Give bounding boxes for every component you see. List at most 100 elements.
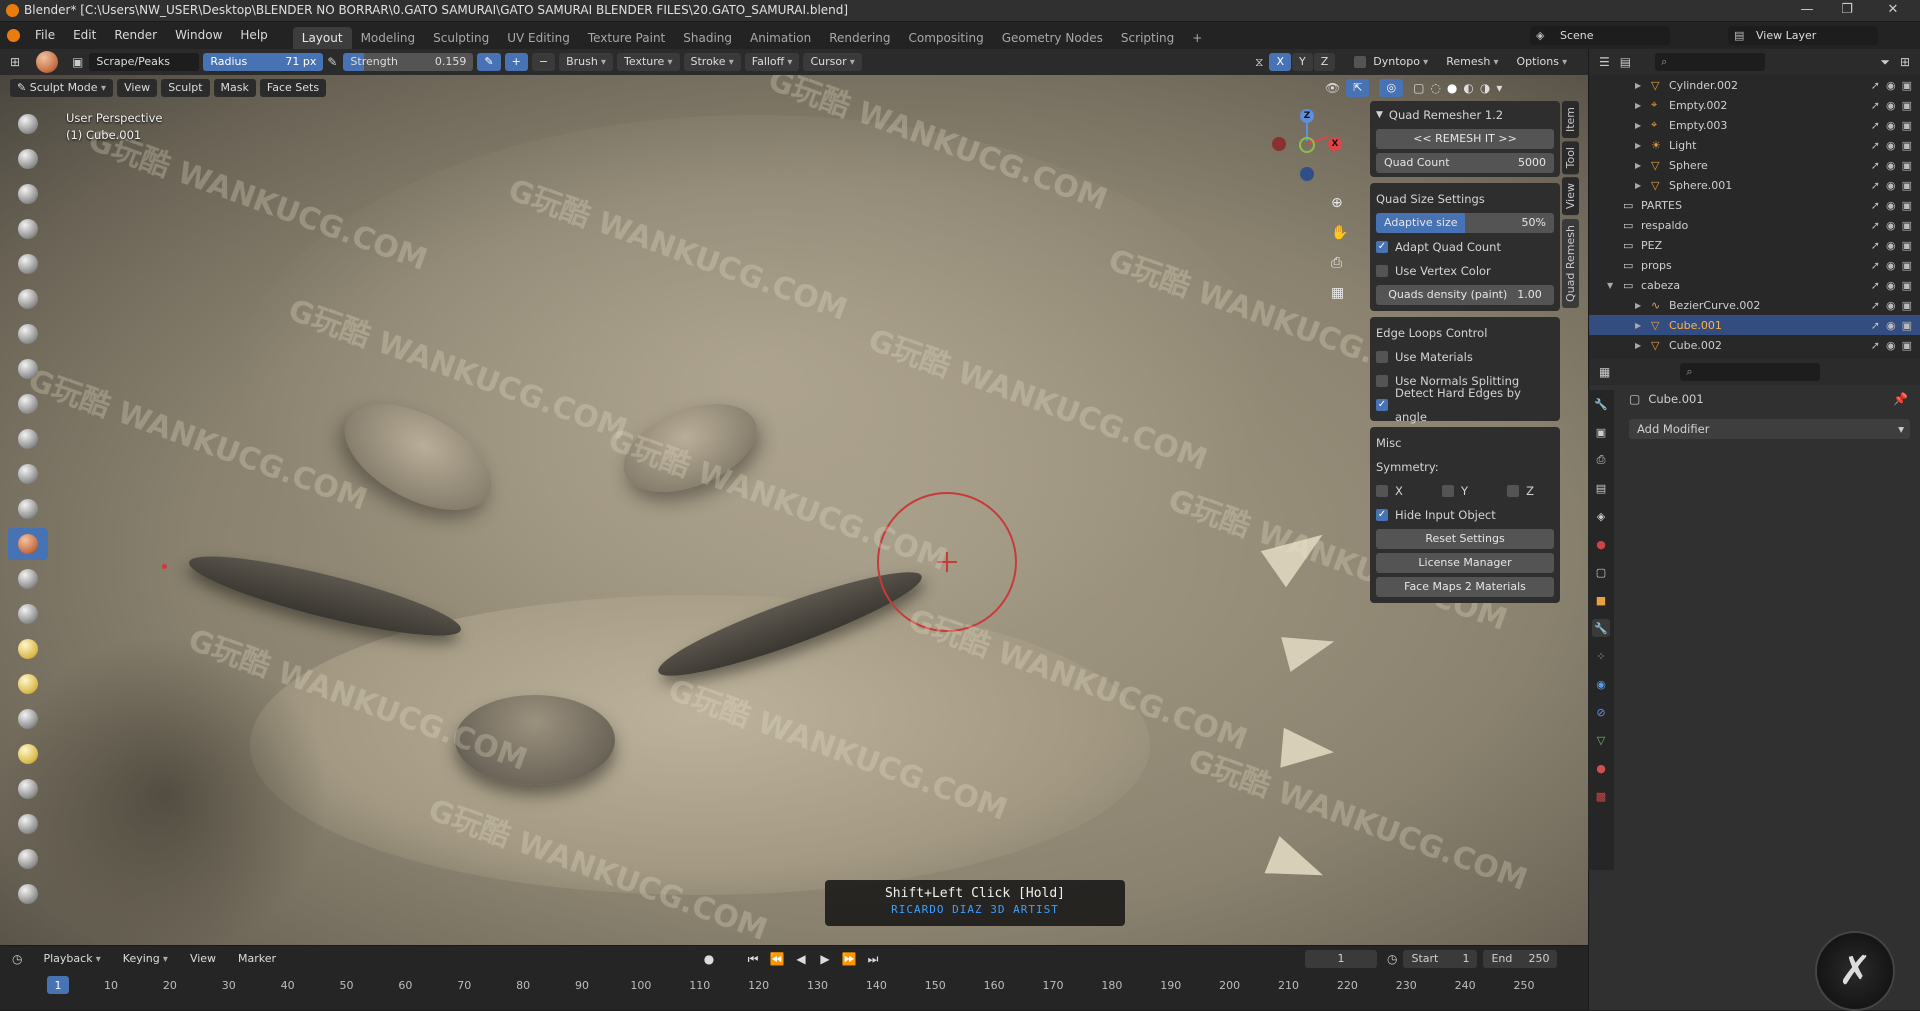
expand-arrow-icon[interactable]: ▼ xyxy=(1607,281,1613,290)
camera-render-icon[interactable]: ▣ xyxy=(1902,139,1912,152)
editor-type-icon[interactable]: ⊞ xyxy=(10,55,36,69)
draw-tool[interactable] xyxy=(8,108,48,140)
outliner-row[interactable]: ▶ ∿ BezierCurve.002 ➚ ◉ ▣ xyxy=(1589,295,1920,315)
pose-tool[interactable] xyxy=(8,773,48,805)
tab-shading[interactable]: Shading xyxy=(674,27,741,49)
scene-tab-icon[interactable]: ◈ xyxy=(1592,507,1610,525)
blob-tool[interactable] xyxy=(8,353,48,385)
direction-subtract-button[interactable]: − xyxy=(531,53,556,71)
strength-pressure-icon[interactable]: ✎ xyxy=(477,53,501,71)
particles-tab-icon[interactable]: ⁘ xyxy=(1592,647,1610,665)
jump-start-icon[interactable]: ⏮ xyxy=(744,950,762,968)
current-frame-field[interactable]: 1 xyxy=(1305,950,1377,968)
camera-render-icon[interactable]: ▣ xyxy=(1902,299,1912,312)
eye-icon[interactable]: ◉ xyxy=(1886,279,1896,292)
select-arrow-icon[interactable]: ➚ xyxy=(1871,219,1880,232)
sculpt-mode-selector[interactable]: ✎ Sculpt Mode xyxy=(10,79,114,97)
tab-uv-editing[interactable]: UV Editing xyxy=(498,27,579,49)
face-sets-menu[interactable]: Face Sets xyxy=(259,79,327,97)
modifier-tab-icon[interactable]: 🔧 xyxy=(1592,619,1610,637)
symmetry-x-checkbox[interactable]: X xyxy=(1376,479,1403,503)
eye-icon[interactable]: ◉ xyxy=(1886,219,1896,232)
menu-window[interactable]: Window xyxy=(166,22,231,49)
tab-quad-remesh[interactable]: Quad Remesh xyxy=(1562,218,1579,308)
collection-tab-icon[interactable]: ▢ xyxy=(1592,563,1610,581)
eye-icon[interactable]: ◉ xyxy=(1886,319,1896,332)
radius-slider[interactable]: Radius 71 px xyxy=(203,53,324,71)
pan-hand-icon[interactable]: ✋ xyxy=(1331,225,1355,255)
camera-icon[interactable]: ⎙ xyxy=(1331,255,1355,285)
select-arrow-icon[interactable]: ➚ xyxy=(1871,139,1880,152)
license-manager-button[interactable]: License Manager xyxy=(1376,553,1554,573)
display-mode-icon[interactable]: ▤ xyxy=(1620,55,1631,69)
outliner-row[interactable]: ▶ ▽ Sphere.001 ➚ ◉ ▣ xyxy=(1589,175,1920,195)
jump-end-icon[interactable]: ⏭ xyxy=(864,950,882,968)
flatten-tool[interactable] xyxy=(8,458,48,490)
camera-render-icon[interactable]: ▣ xyxy=(1902,119,1912,132)
expand-arrow-icon[interactable]: ▶ xyxy=(1635,101,1641,110)
brush-name-field[interactable]: Scrape/Peaks xyxy=(89,53,200,71)
symmetry-y-toggle[interactable]: Y xyxy=(1291,53,1313,71)
outliner-row[interactable]: ▶ ▽ Sphere ➚ ◉ ▣ xyxy=(1589,155,1920,175)
eye-icon[interactable]: ◉ xyxy=(1886,199,1896,212)
outliner-row[interactable]: ▼ ▭ cabeza ➚ ◉ ▣ xyxy=(1589,275,1920,295)
navigation-gizmo[interactable]: Z X xyxy=(1270,103,1350,183)
use-vertex-color-checkbox[interactable]: Use Vertex Color xyxy=(1376,259,1554,283)
slide-relax-tool[interactable] xyxy=(8,878,48,910)
world-tab-icon[interactable]: ● xyxy=(1592,535,1610,553)
prev-keyframe-icon[interactable]: ⏪ xyxy=(768,950,786,968)
select-arrow-icon[interactable]: ➚ xyxy=(1871,79,1880,92)
quads-density-field[interactable]: Quads density (paint) 1.00 xyxy=(1376,285,1554,305)
eye-icon[interactable]: ◉ xyxy=(1886,259,1896,272)
dyntopo-checkbox[interactable]: Dyntopo xyxy=(1347,53,1435,71)
tab-geometry-nodes[interactable]: Geometry Nodes xyxy=(993,27,1112,49)
symmetry-icon[interactable]: ⧖ xyxy=(1255,55,1263,70)
select-arrow-icon[interactable]: ➚ xyxy=(1871,299,1880,312)
adaptive-size-slider[interactable]: Adaptive size 50% xyxy=(1376,213,1554,233)
cursor-menu[interactable]: Cursor xyxy=(803,53,862,71)
outliner-row[interactable]: ▶ ▽ Cylinder.002 ➚ ◉ ▣ xyxy=(1589,75,1920,95)
eye-icon[interactable]: ◉ xyxy=(1886,99,1896,112)
tab-animation[interactable]: Animation xyxy=(741,27,820,49)
remesh-menu[interactable]: Remesh xyxy=(1439,53,1505,71)
radius-pressure-icon[interactable]: ✎ xyxy=(327,55,337,69)
crease-tool[interactable] xyxy=(8,388,48,420)
rotate-tool[interactable] xyxy=(8,843,48,875)
strength-slider[interactable]: Strength 0.159 xyxy=(343,53,474,71)
output-tab-icon[interactable]: ⎙ xyxy=(1592,451,1610,469)
timeline-editor-icon[interactable]: ◷ xyxy=(12,952,22,966)
select-arrow-icon[interactable]: ➚ xyxy=(1871,99,1880,112)
reset-settings-button[interactable]: Reset Settings xyxy=(1376,529,1554,549)
nudge-tool[interactable] xyxy=(8,808,48,840)
camera-render-icon[interactable]: ▣ xyxy=(1902,319,1912,332)
camera-render-icon[interactable]: ▣ xyxy=(1902,99,1912,112)
grab-tool[interactable] xyxy=(8,633,48,665)
pin-icon[interactable]: 📌 xyxy=(1893,392,1908,406)
use-materials-checkbox[interactable]: Use Materials xyxy=(1376,345,1554,369)
gizmo-neg-x-axis[interactable] xyxy=(1272,137,1286,151)
select-arrow-icon[interactable]: ➚ xyxy=(1871,319,1880,332)
brush-browse-icon[interactable]: ▣ xyxy=(72,55,83,69)
rendered-shading-icon[interactable]: ◑ xyxy=(1480,81,1490,95)
object-tab-icon[interactable]: ■ xyxy=(1592,591,1610,609)
gizmo-toggle-icon[interactable]: ⇱ xyxy=(1346,79,1370,97)
keying-menu[interactable]: Keying xyxy=(116,950,175,968)
falloff-menu[interactable]: Falloff xyxy=(744,53,800,71)
outliner-row[interactable]: ▶ ⌖ Empty.003 ➚ ◉ ▣ xyxy=(1589,115,1920,135)
add-modifier-dropdown[interactable]: Add Modifier ▾ xyxy=(1629,419,1910,439)
xray-icon[interactable]: ▢ xyxy=(1413,81,1424,95)
end-frame-field[interactable]: End 250 xyxy=(1483,950,1558,968)
tab-item[interactable]: Item xyxy=(1562,101,1579,139)
clock-icon[interactable]: ◷ xyxy=(1387,952,1397,966)
overlay-toggle-icon[interactable]: ◎ xyxy=(1379,79,1404,97)
clay-thumb-tool[interactable] xyxy=(8,248,48,280)
scene-selector[interactable]: ◈ Scene xyxy=(1530,26,1670,45)
properties-search-field[interactable]: ⌕ xyxy=(1680,363,1821,381)
clay-tool[interactable] xyxy=(8,178,48,210)
brush-preview-icon[interactable] xyxy=(36,51,58,73)
hide-input-object-checkbox[interactable]: ✓ Hide Input Object xyxy=(1376,503,1554,527)
camera-render-icon[interactable]: ▣ xyxy=(1902,239,1912,252)
elastic-deform-tool[interactable] xyxy=(8,668,48,700)
expand-arrow-icon[interactable]: ▶ xyxy=(1635,141,1641,150)
outliner-row[interactable]: ▶ ▽ Cube.002 ➚ ◉ ▣ xyxy=(1589,335,1920,355)
